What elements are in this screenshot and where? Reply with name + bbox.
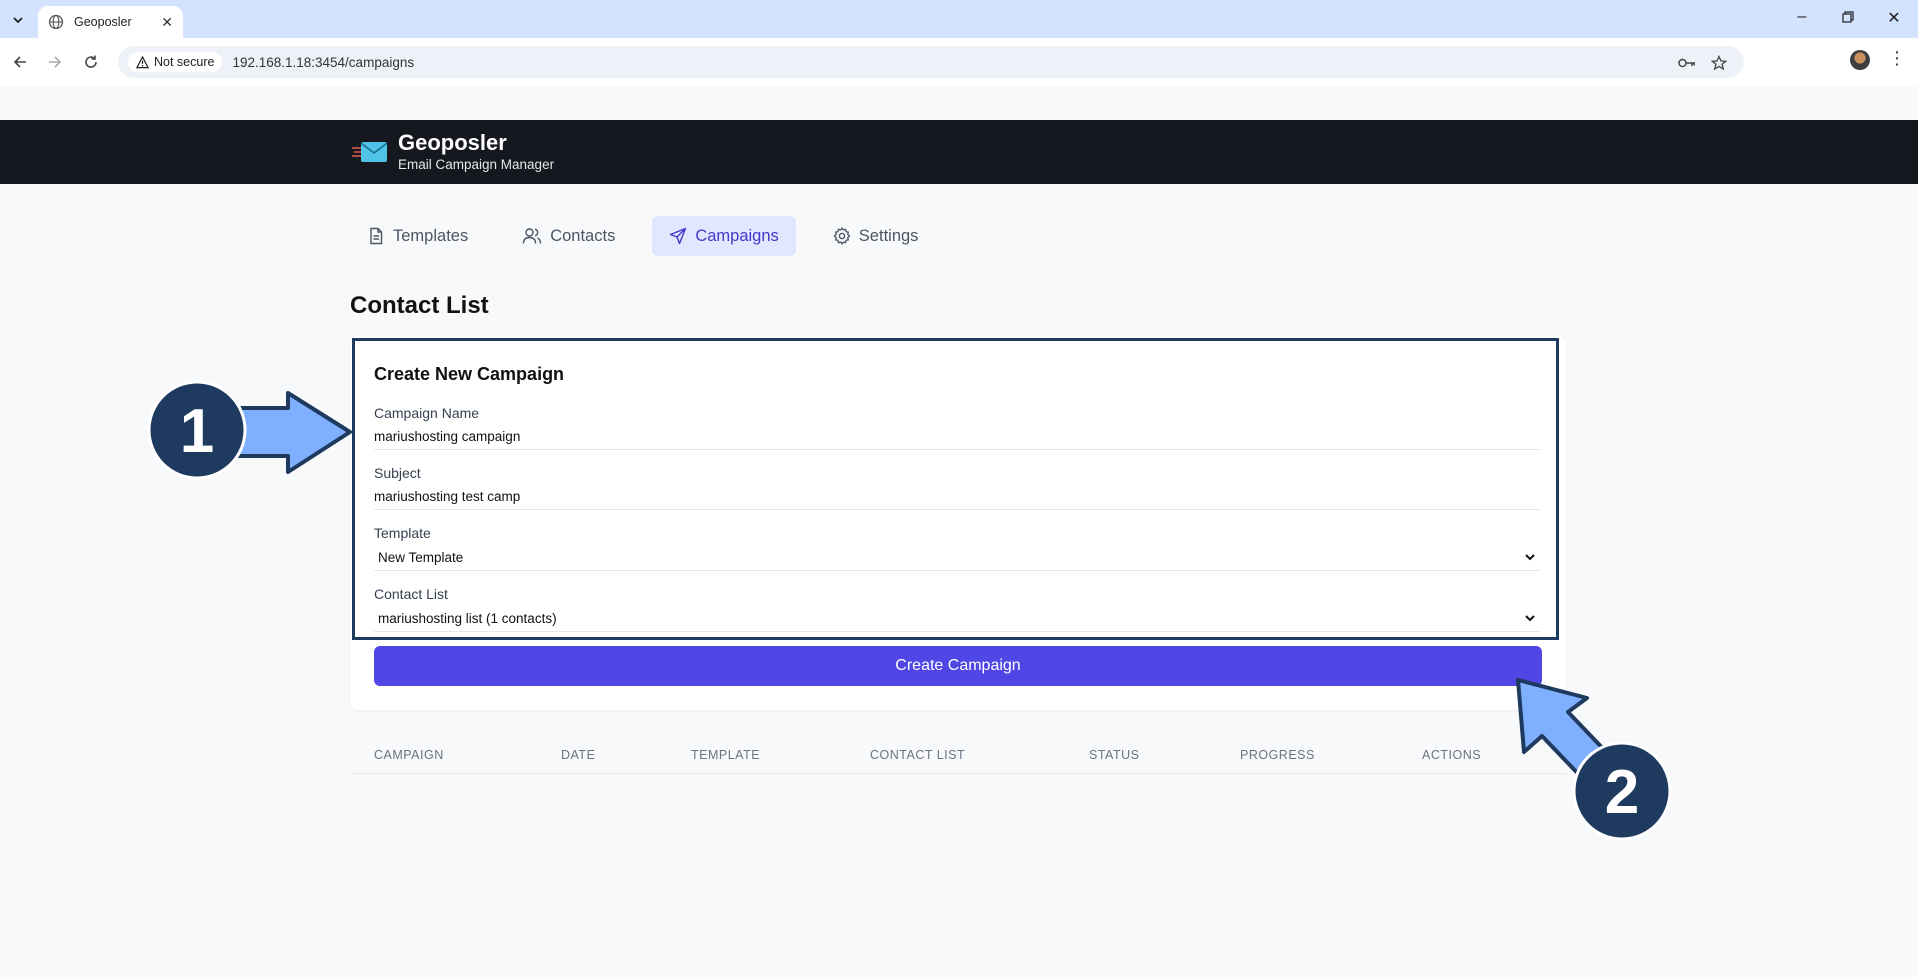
create-campaign-button[interactable]: Create Campaign <box>374 646 1542 686</box>
column-header-date: DATE <box>561 748 596 762</box>
window-close-icon[interactable]: ✕ <box>1882 8 1906 28</box>
browser-tab-bar: Geoposler ✕ – ✕ <box>0 0 1918 38</box>
reload-icon[interactable] <box>79 50 103 74</box>
key-icon[interactable] <box>1678 54 1696 72</box>
main-nav: Templates Contacts Campaigns Settings <box>350 216 935 256</box>
step-1-annotation: 1 <box>147 380 352 480</box>
contact-list-label: Contact List <box>374 586 448 602</box>
template-label: Template <box>374 525 431 541</box>
url-text: 192.168.1.18:3454/campaigns <box>232 54 415 70</box>
column-header-status: STATUS <box>1089 748 1140 762</box>
brand-subtitle: Email Campaign Manager <box>398 157 555 172</box>
chevron-down-icon <box>1525 554 1535 561</box>
column-header-contact-list: CONTACT LIST <box>870 748 966 762</box>
send-icon <box>670 227 687 245</box>
subject-input[interactable]: mariushosting test camp <box>374 486 1540 510</box>
tab-title: Geoposler <box>74 15 132 29</box>
forward-arrow-icon[interactable] <box>43 50 67 74</box>
envelope-logo-icon <box>352 139 388 165</box>
minimize-icon[interactable]: – <box>1790 8 1814 26</box>
not-secure-chip[interactable]: Not secure <box>128 52 223 72</box>
bookmark-star-icon[interactable] <box>1710 54 1728 72</box>
browser-address-bar: Not secure 192.168.1.18:3454/campaigns ⋮ <box>0 38 1918 86</box>
step-2-number: 2 <box>1605 758 1639 827</box>
nav-item-settings[interactable]: Settings <box>816 216 936 256</box>
document-icon <box>370 227 383 245</box>
browser-menu-icon[interactable]: ⋮ <box>1888 48 1906 69</box>
page-title: Contact List <box>350 292 489 319</box>
back-arrow-icon[interactable] <box>8 50 32 74</box>
nav-label-settings: Settings <box>858 226 919 245</box>
nav-label-campaigns: Campaigns <box>695 226 779 245</box>
not-secure-label: Not secure <box>154 55 215 69</box>
users-icon <box>523 228 542 244</box>
nav-label-contacts: Contacts <box>550 226 616 245</box>
nav-item-campaigns[interactable]: Campaigns <box>652 216 796 256</box>
nav-label-templates: Templates <box>393 226 469 245</box>
contact-list-select-value: mariushosting list (1 contacts) <box>378 611 557 626</box>
form-title: Create New Campaign <box>374 364 565 384</box>
gear-icon <box>833 227 851 245</box>
tab-list-chevron-icon[interactable] <box>6 8 30 32</box>
chevron-down-icon <box>1525 615 1535 622</box>
template-select-value: New Template <box>378 550 464 565</box>
campaigns-table-header: CAMPAIGN DATE TEMPLATE CONTACT LIST STAT… <box>350 736 1566 774</box>
column-header-campaign: CAMPAIGN <box>374 748 444 762</box>
nav-item-templates[interactable]: Templates <box>350 216 485 256</box>
contact-list-select[interactable]: mariushosting list (1 contacts) <box>374 608 1540 632</box>
right-arrow-icon <box>234 391 352 474</box>
column-header-actions: ACTIONS <box>1422 748 1482 762</box>
omnibox[interactable]: Not secure 192.168.1.18:3454/campaigns <box>118 46 1744 78</box>
tab-close-icon[interactable]: ✕ <box>161 14 173 31</box>
step-2-badge <box>1572 741 1672 841</box>
warning-icon <box>136 55 149 68</box>
browser-tab[interactable]: Geoposler ✕ <box>38 6 183 38</box>
brand: Geoposler Email Campaign Manager <box>398 130 554 174</box>
campaign-name-label: Campaign Name <box>374 405 480 421</box>
restore-icon[interactable] <box>1836 8 1860 28</box>
column-header-template: TEMPLATE <box>691 748 761 762</box>
brand-name: Geoposler <box>398 130 507 155</box>
column-header-progress: PROGRESS <box>1240 748 1315 762</box>
subject-label: Subject <box>374 465 421 481</box>
nav-item-contacts[interactable]: Contacts <box>505 216 632 256</box>
app-header: Geoposler Email Campaign Manager <box>0 120 1918 184</box>
step-1-number: 1 <box>180 397 214 466</box>
step-1-badge <box>147 380 247 480</box>
profile-avatar[interactable] <box>1850 50 1870 70</box>
template-select[interactable]: New Template <box>374 547 1540 571</box>
globe-icon <box>48 14 64 30</box>
campaign-name-input[interactable]: mariushosting campaign <box>374 426 1540 450</box>
